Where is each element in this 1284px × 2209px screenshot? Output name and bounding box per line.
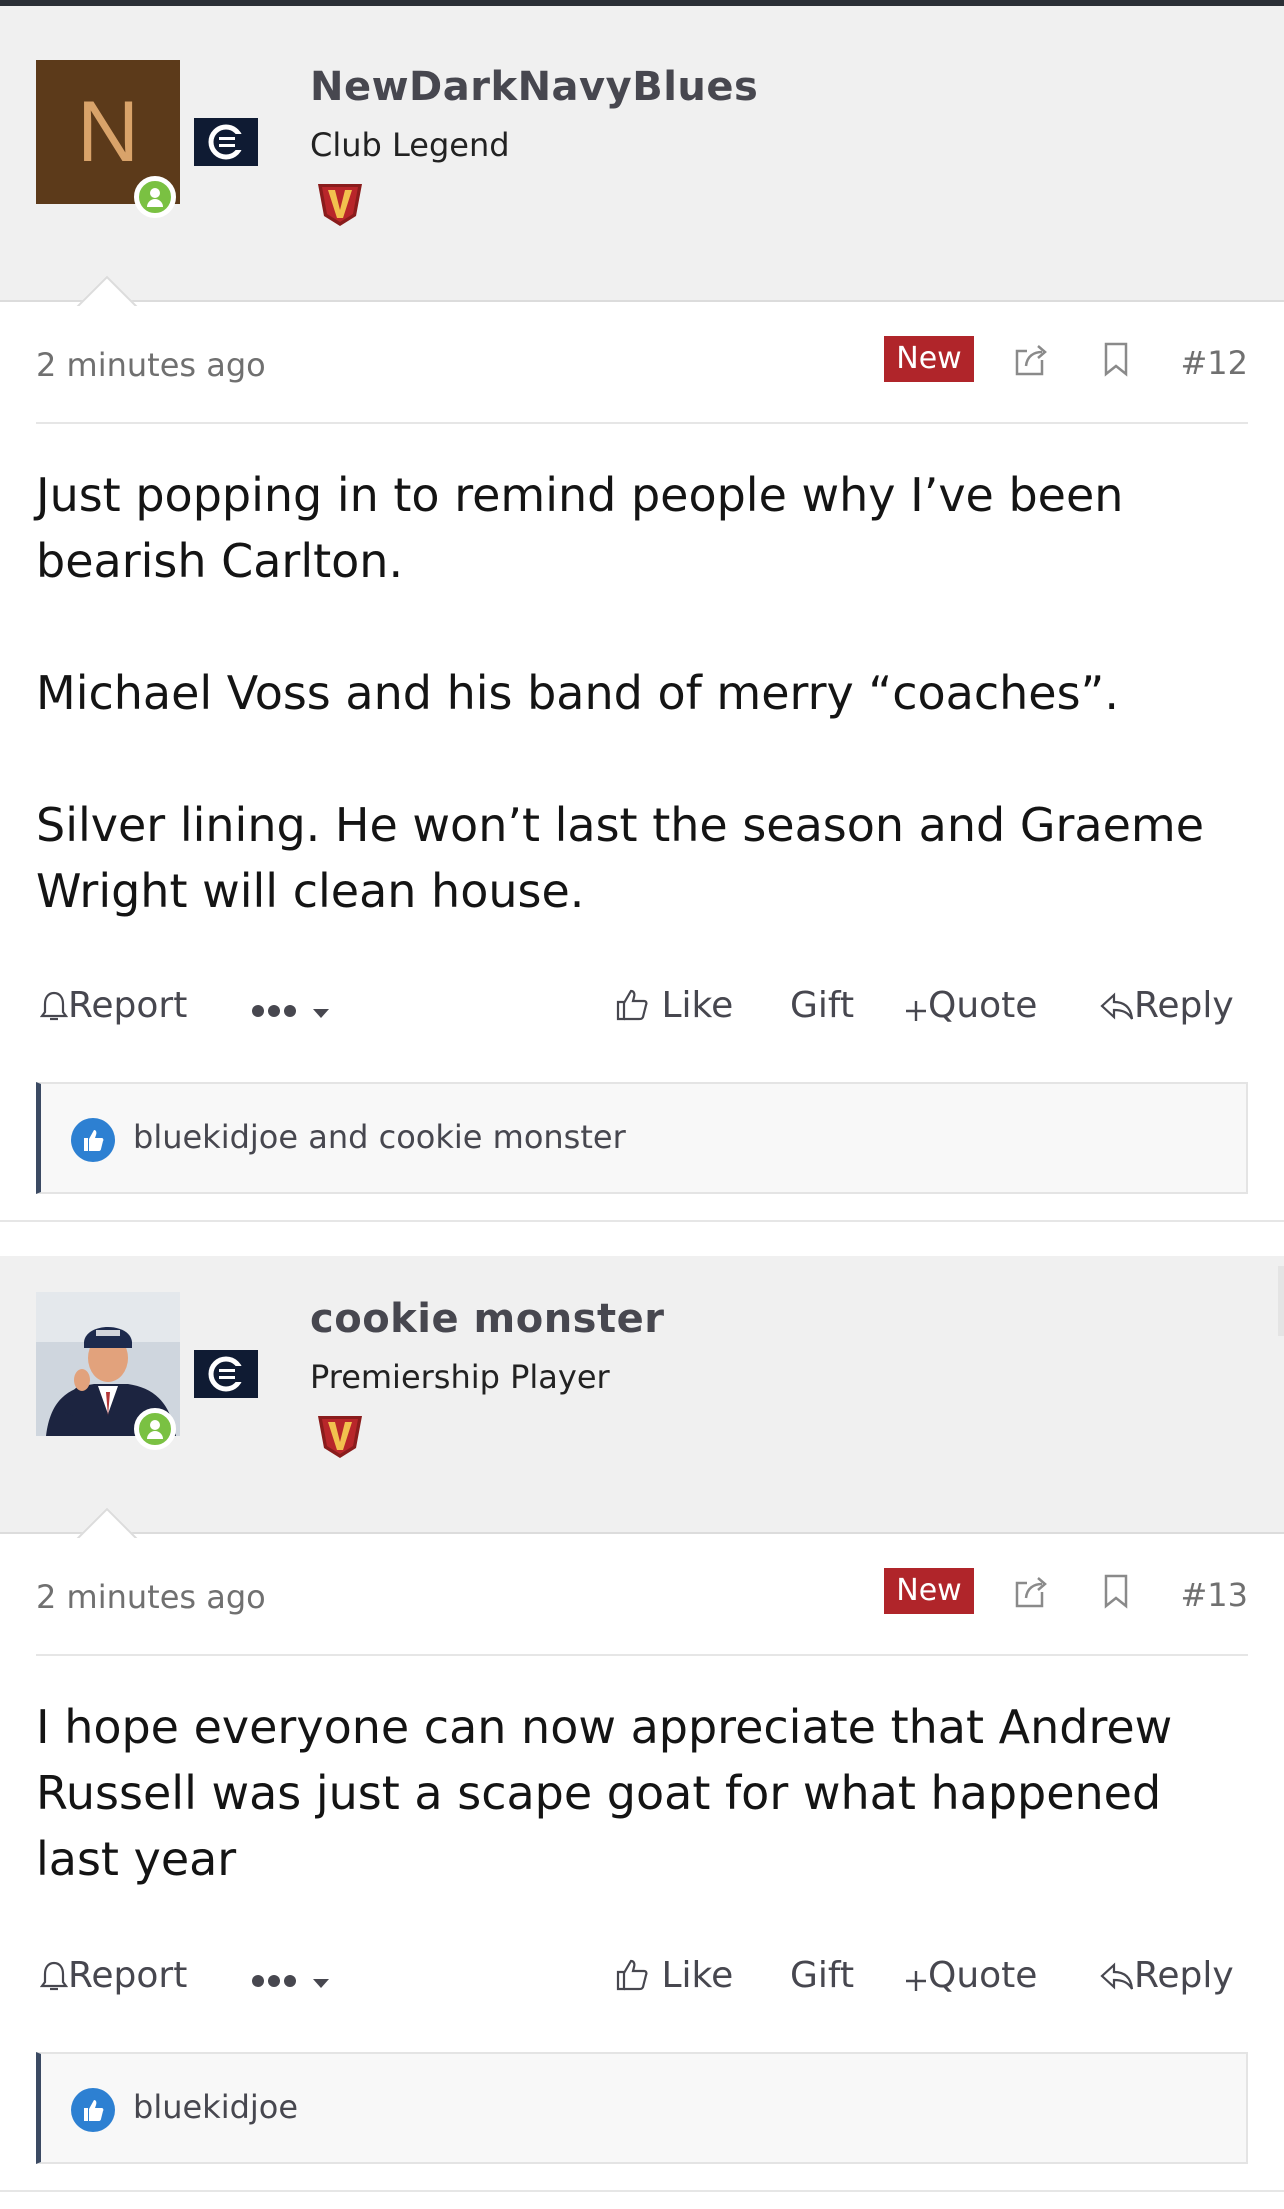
reply-label: Reply [1134,1955,1234,1996]
club-logo-icon [194,118,258,166]
more-icon [268,1005,280,1017]
rank-badge-icon [316,180,364,228]
report-button[interactable]: Report [39,1946,188,2006]
speech-notch [74,272,138,306]
reply-label: Reply [1134,985,1234,1026]
post-time[interactable]: 2 minutes ago [36,346,266,384]
quote-button[interactable]: Quote [904,976,1037,1036]
new-badge: New [884,336,974,382]
scrollbar[interactable] [1278,1266,1284,1336]
reaction-users[interactable]: bluekidjoe [133,2088,298,2126]
divider [0,2190,1284,2192]
bookmark-icon[interactable] [1100,340,1132,380]
quote-label: Quote [928,985,1038,1026]
share-icon[interactable] [1012,1572,1052,1612]
like-button[interactable]: Like [614,1946,733,2006]
speech-notch [74,1504,138,1538]
reactions-bar[interactable]: bluekidjoe and cookie monster [36,1082,1248,1194]
username[interactable]: cookie monster [310,1296,664,1342]
like-reaction-icon [71,2088,115,2132]
thumbs-up-icon [616,1959,648,1991]
bookmark-icon[interactable] [1100,1572,1132,1612]
more-icon [284,1005,296,1017]
post-number[interactable]: #13 [1180,1576,1248,1614]
post-paragraph: I hope everyone can now appreciate that … [36,1700,1173,1886]
more-options-button[interactable] [252,1946,331,2006]
more-icon [252,1005,264,1017]
post-actions: Report Like Gift Quote Reply [36,976,1248,1036]
new-badge: New [884,1568,974,1614]
plus-icon [906,1001,926,1021]
club-logo-icon [194,1350,258,1398]
quote-label: Quote [928,1955,1038,1996]
post-actions: Report Like Gift Quote Reply [36,1946,1248,2006]
post-paragraph: Silver lining. He won’t last the season … [36,798,1204,918]
like-label: Like [661,1955,734,1996]
chevron-down-icon [313,1009,330,1018]
post-body: Just popping in to remind people why I’v… [36,462,1248,924]
report-button[interactable]: Report [39,976,188,1036]
reply-icon [1100,992,1134,1020]
like-button[interactable]: Like [614,976,733,1036]
report-label: Report [68,1955,188,1996]
post-paragraph: Michael Voss and his band of merry “coac… [36,666,1119,720]
more-options-button[interactable] [252,976,331,1036]
divider [0,1220,1284,1222]
like-label: Like [661,985,734,1026]
share-icon[interactable] [1012,340,1052,380]
bell-icon [39,1961,69,1991]
reply-icon [1100,1962,1134,1990]
user-title: Premiership Player [310,1358,610,1396]
thumbs-up-icon [616,989,648,1021]
quote-button[interactable]: Quote [904,1946,1037,2006]
user-info: cookie monster Premiership Player [0,1256,1284,1534]
post-12: N NewDarkNavyBlues Club Legend 2 minutes… [0,6,1284,1194]
reply-button[interactable]: Reply [1100,976,1234,1036]
chevron-down-icon [313,1979,330,1988]
post-13: cookie monster Premiership Player 2 minu… [0,1256,1284,2164]
username[interactable]: NewDarkNavyBlues [310,64,758,110]
post-meta: 2 minutes ago New #12 [36,302,1248,424]
reactions-bar[interactable]: bluekidjoe [36,2052,1248,2164]
post-number[interactable]: #12 [1180,344,1248,382]
reply-button[interactable]: Reply [1100,1946,1234,2006]
like-reaction-icon [71,1118,115,1162]
reaction-users[interactable]: bluekidjoe and cookie monster [133,1118,626,1156]
gift-button[interactable]: Gift [790,1946,854,2006]
plus-icon [906,1971,926,1991]
post-time[interactable]: 2 minutes ago [36,1578,266,1616]
online-icon [134,176,176,218]
post-meta: 2 minutes ago New #13 [36,1534,1248,1656]
rank-badge-icon [316,1412,364,1460]
more-icon [252,1975,264,1987]
user-title: Club Legend [310,126,510,164]
more-icon [268,1975,280,1987]
more-icon [284,1975,296,1987]
post-paragraph: Just popping in to remind people why I’v… [36,468,1124,588]
online-icon [134,1408,176,1450]
gift-button[interactable]: Gift [790,976,854,1036]
report-label: Report [68,985,188,1026]
user-info: N NewDarkNavyBlues Club Legend [0,6,1284,302]
bell-icon [39,991,69,1021]
post-body: I hope everyone can now appreciate that … [36,1694,1248,1892]
